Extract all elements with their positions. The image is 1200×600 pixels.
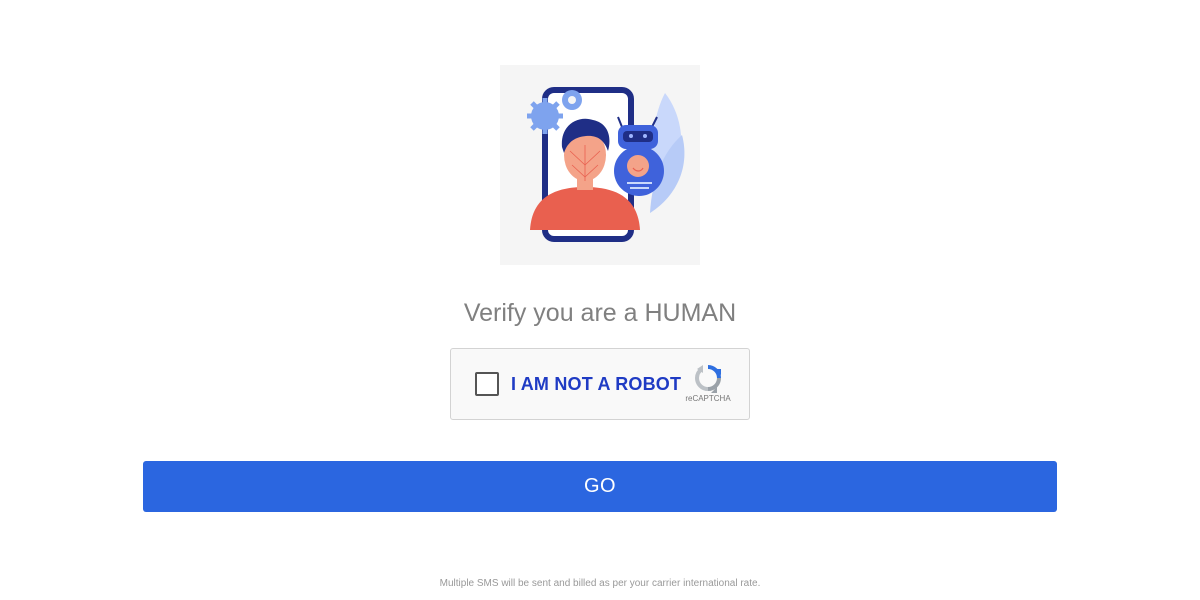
go-button[interactable]: GO bbox=[143, 461, 1057, 512]
human-robot-image bbox=[527, 87, 685, 242]
sms-billing-notice: Multiple SMS will be sent and billed as … bbox=[439, 578, 761, 589]
recaptcha-icon bbox=[688, 363, 728, 393]
verification-page: Verify you are a HUMAN I AM NOT A ROBOT … bbox=[0, 0, 1200, 600]
page-heading: Verify you are a HUMAN bbox=[463, 299, 737, 327]
recaptcha-widget[interactable]: I AM NOT A ROBOT reCAPTCHA bbox=[450, 348, 750, 420]
not-robot-checkbox[interactable] bbox=[475, 372, 499, 396]
recaptcha-brand: reCAPTCHA bbox=[685, 394, 731, 403]
captcha-label: I AM NOT A ROBOT bbox=[511, 374, 682, 394]
human-vs-robot-illustration bbox=[500, 65, 700, 265]
